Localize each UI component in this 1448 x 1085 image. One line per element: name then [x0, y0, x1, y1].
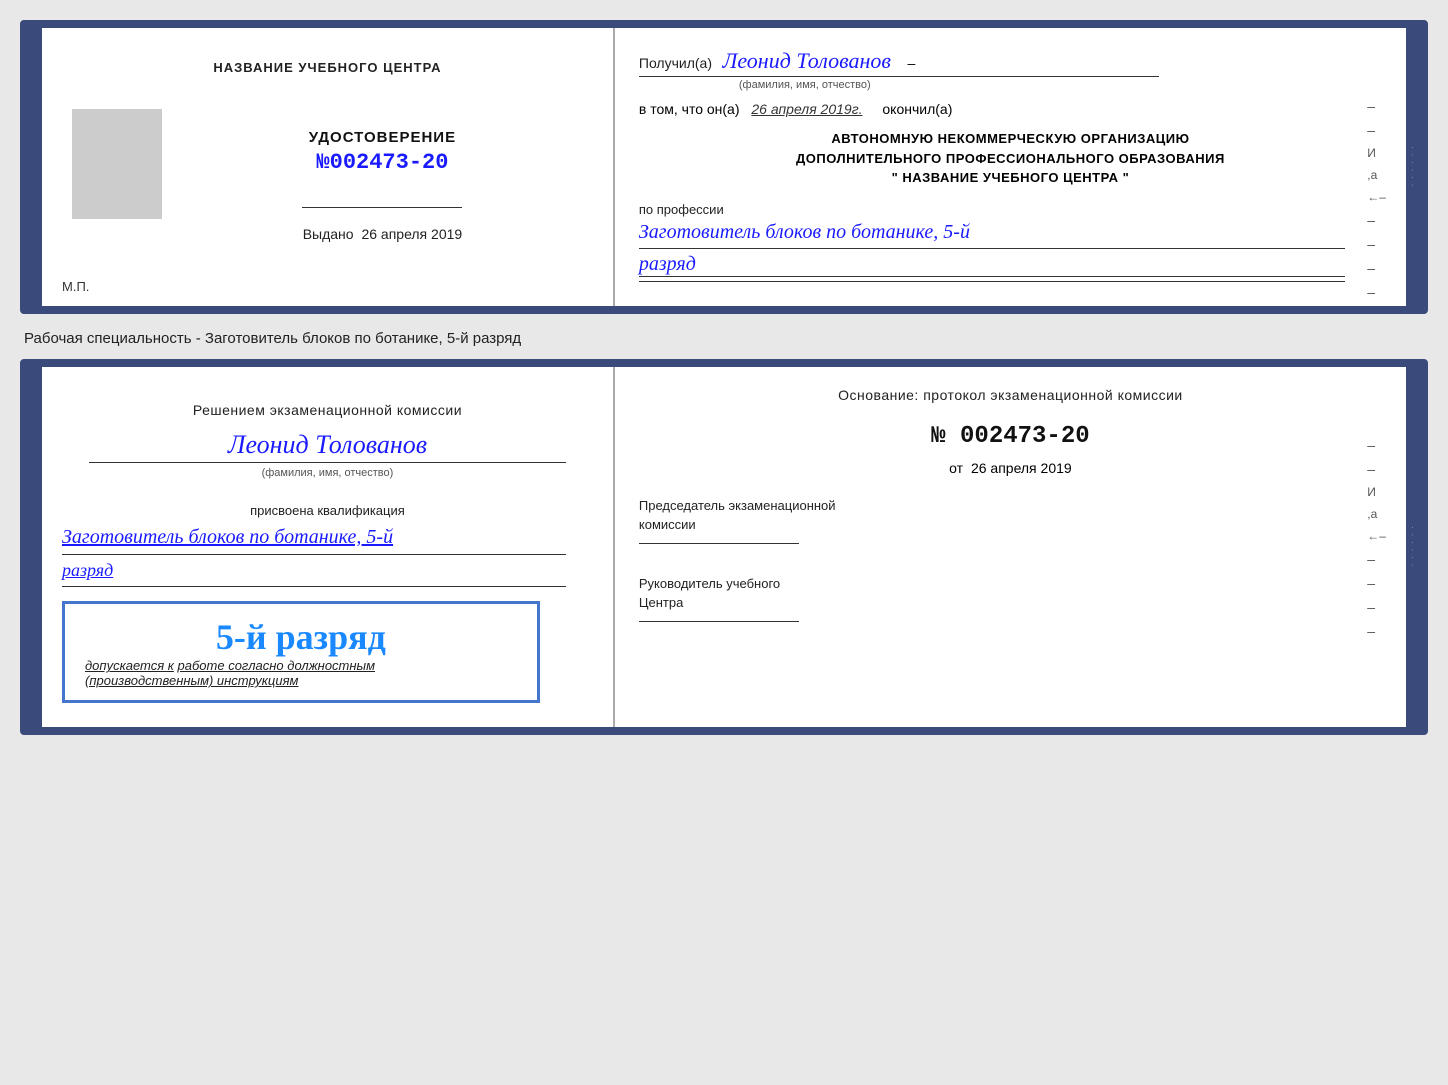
- rank-box: 5-й разряд допускается к работе согласно…: [62, 601, 540, 703]
- card1-left: НАЗВАНИЕ УЧЕБНОГО ЦЕНТРА УДОСТОВЕРЕНИЕ №…: [42, 28, 615, 306]
- director-line1: Руководитель учебного: [639, 574, 1382, 594]
- director-sign-line: [639, 621, 799, 622]
- chairman-label: Председатель экзаменационной комиссии: [639, 496, 1382, 544]
- qualification-name: Заготовитель блоков по ботанике, 5-й: [62, 524, 393, 550]
- rank-display: 5-й разряд: [85, 616, 517, 658]
- received-row: Получил(а) Леонид Толованов –: [639, 48, 1382, 74]
- from-prefix: от: [949, 460, 963, 476]
- allowed-prefix: допускается к: [85, 658, 174, 673]
- allowed-underline: работе согласно должностным: [178, 658, 375, 673]
- org-block: АВТОНОМНУЮ НЕКОММЕРЧЕСКУЮ ОРГАНИЗАЦИЮ ДО…: [639, 129, 1382, 188]
- date-value: 26 апреля 2019г.: [751, 101, 862, 117]
- date-row: в том, что он(а) 26 апреля 2019г. окончи…: [639, 101, 1382, 117]
- issued-label: Выдано: [303, 226, 354, 242]
- from-date-row: от 26 апреля 2019: [639, 460, 1382, 476]
- org-line1: АВТОНОМНУЮ НЕКОММЕРЧЕСКУЮ ОРГАНИЗАЦИЮ: [639, 129, 1382, 149]
- card1-body: НАЗВАНИЕ УЧЕБНОГО ЦЕНТРА УДОСТОВЕРЕНИЕ №…: [42, 28, 1406, 306]
- profession-name: Заготовитель блоков по ботанике, 5-й: [639, 221, 1382, 244]
- card2-left: Решением экзаменационной комиссии Леонид…: [42, 367, 615, 728]
- cert-number: №002473-20: [316, 150, 448, 175]
- chairman-line1: Председатель экзаменационной: [639, 496, 1382, 516]
- photo-placeholder: [72, 109, 162, 219]
- spine-left-2: [28, 367, 42, 728]
- profession-label: по профессии: [639, 202, 1382, 217]
- basis-heading: Основание: протокол экзаменационной коми…: [639, 387, 1382, 403]
- director-line2: Центра: [639, 593, 1382, 613]
- photo-content-row: УДОСТОВЕРЕНИЕ №002473-20 Выдано 26 апрел…: [62, 99, 593, 242]
- card2-right: Основание: протокол экзаменационной коми…: [615, 367, 1406, 728]
- allowed-italic-2: (производственным) инструкциям: [85, 673, 298, 688]
- certificate-card-1: НАЗВАНИЕ УЧЕБНОГО ЦЕНТРА УДОСТОВЕРЕНИЕ №…: [20, 20, 1428, 314]
- decision-line: Решением экзаменационной комиссии: [62, 401, 593, 421]
- director-label: Руководитель учебного Центра: [639, 574, 1382, 622]
- cert-number-prefix: №: [316, 150, 329, 175]
- rank-name: разряд: [639, 253, 1345, 277]
- mp-label: М.П.: [62, 279, 89, 294]
- training-center-heading: НАЗВАНИЕ УЧЕБНОГО ЦЕНТРА: [213, 60, 441, 75]
- qualification-label: присвоена квалификация: [62, 503, 593, 518]
- recipient-name: Леонид Толованов: [722, 48, 891, 73]
- allowed-text-2: (производственным) инструкциям: [85, 673, 517, 688]
- protocol-number: № 002473-20: [639, 423, 1382, 450]
- issued-line: Выдано 26 апреля 2019: [303, 226, 463, 242]
- spine-right-2: · · · · · ·: [1406, 367, 1420, 728]
- spine-right-1: · · · · · ·: [1406, 28, 1420, 306]
- specialty-label: Рабочая специальность - Заготовитель бло…: [20, 330, 1428, 347]
- chairman-sign-line: [639, 543, 799, 544]
- received-prefix: Получил(а): [639, 55, 712, 71]
- org-line3: " НАЗВАНИЕ УЧЕБНОГО ЦЕНТРА ": [639, 168, 1382, 188]
- side-marks-1: – – И ,а ←– – – – –: [1363, 88, 1390, 310]
- certificate-card-2: Решением экзаменационной комиссии Леонид…: [20, 359, 1428, 736]
- allowed-text: допускается к работе согласно должностны…: [85, 658, 517, 673]
- card2-body: Решением экзаменационной комиссии Леонид…: [42, 367, 1406, 728]
- rank-name-2: разряд: [62, 559, 113, 582]
- person-name: Леонид Толованов: [228, 430, 427, 459]
- date-suffix: окончил(а): [882, 101, 952, 117]
- issued-date: 26 апреля 2019: [361, 226, 462, 242]
- side-marks-2: – – И ,а ←– – – – –: [1363, 427, 1390, 649]
- fio-label-1: (фамилия, имя, отчество): [739, 79, 1382, 91]
- org-line2: ДОПОЛНИТЕЛЬНОГО ПРОФЕССИОНАЛЬНОГО ОБРАЗО…: [639, 149, 1382, 169]
- date-prefix: в том, что он(а): [639, 101, 740, 117]
- card1-right: Получил(а) Леонид Толованов – (фамилия, …: [615, 28, 1406, 306]
- fio-label-2: (фамилия, имя, отчество): [62, 467, 593, 479]
- from-date-value: 26 апреля 2019: [971, 460, 1072, 476]
- chairman-line2: комиссии: [639, 515, 1382, 535]
- cert-number-value: 002473-20: [330, 150, 449, 175]
- cert-title: УДОСТОВЕРЕНИЕ: [309, 129, 456, 146]
- spine-left-1: [28, 28, 42, 306]
